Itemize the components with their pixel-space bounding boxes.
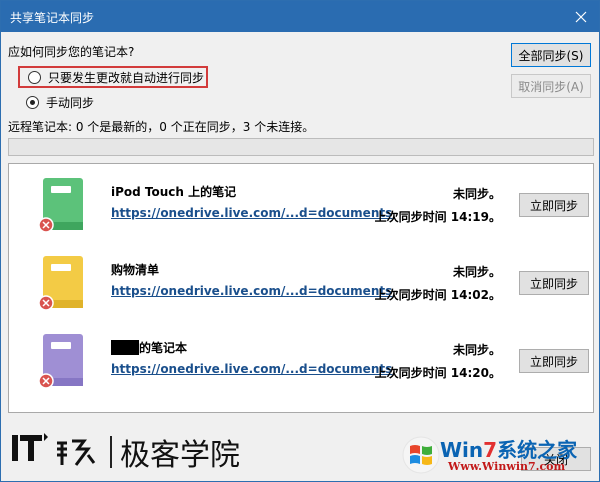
cancel-sync-button[interactable]: 取消同步(A) [511,74,591,98]
it-logo-icon [12,433,48,461]
notebook-list: iPod Touch 上的笔记 https://onedrive.live.co… [8,163,594,413]
notebook-icon [38,334,83,389]
watermark-right: Win7系统之家 Www.Winwin7.com [400,432,596,478]
sync-now-button[interactable]: 立即同步 [519,271,589,295]
sync-dialog: 共享笔记本同步 应如何同步您的笔记本? 只要发生更改就自动进行同步 手动同步 全… [0,0,600,482]
notebook-label [51,342,71,349]
brand-seven: 7 [483,438,498,462]
home-logo-icon [57,439,96,466]
notebook-status: 未同步。 [452,265,501,279]
manual-sync-option[interactable]: 手动同步 [26,94,94,111]
watermark-brand: Win7系统之家 [440,434,577,463]
sync-question: 应如何同步您的笔记本? [8,45,135,59]
notebook-label [51,264,71,271]
watermark-separator [110,436,112,468]
sync-all-button[interactable]: 全部同步(S) [511,43,591,67]
notebook-last-sync: 上次同步时间 14:20。 [374,366,501,380]
sync-summary: 远程笔记本: 0 个是最新的，0 个正在同步，3 个未连接。 [8,120,315,134]
redacted-block [111,340,139,355]
notebook-status: 未同步。 [452,187,501,201]
notebook-name: iPod Touch 上的笔记 [111,185,237,199]
watermark-url: Www.Winwin7.com [448,460,566,473]
watermark-it-logo [10,431,50,473]
notebook-link[interactable]: https://onedrive.live.com/...d=documents [111,284,392,298]
notebook-status: 未同步。 [452,343,501,357]
notebook-row: 的笔记本 https://onedrive.live.com/...d=docu… [9,326,593,404]
title-bar: 共享笔记本同步 [1,1,599,32]
manual-sync-label: 手动同步 [46,96,95,110]
notebook-name: 购物清单 [111,263,160,277]
auto-sync-label: 只要发生更改就自动进行同步 [48,70,205,85]
sync-now-button[interactable]: 立即同步 [519,193,589,217]
notebook-row: 购物清单 https://onedrive.live.com/...d=docu… [9,248,593,326]
notebook-link[interactable]: https://onedrive.live.com/...d=documents [111,362,392,376]
notebook-last-sync: 上次同步时间 14:02。 [374,288,501,302]
notebook-label [51,186,71,193]
manual-sync-radio[interactable] [26,96,39,109]
auto-sync-option[interactable]: 只要发生更改就自动进行同步 [18,66,208,88]
watermark-home-logo [54,435,98,469]
watermark-name: 极客学院 [120,438,240,473]
watermark-left: 极客学院 [10,431,240,473]
brand-suffix: 系统之家 [497,438,578,462]
close-window-icon[interactable] [563,1,599,32]
windows-flag-icon [402,436,440,474]
notebook-link[interactable]: https://onedrive.live.com/...d=documents [111,206,392,220]
notebook-icon [38,178,83,233]
notebook-name: 的笔记本 [111,339,187,356]
brand-win: Win [440,438,484,462]
sync-progress-bar [8,138,594,156]
notebook-name-text: 的笔记本 [139,341,188,355]
auto-sync-radio[interactable] [28,70,41,84]
notebook-last-sync: 上次同步时间 14:19。 [374,210,501,224]
window-title: 共享笔记本同步 [10,11,95,25]
sync-now-button[interactable]: 立即同步 [519,349,589,373]
notebook-icon [38,256,83,311]
notebook-row: iPod Touch 上的笔记 https://onedrive.live.co… [9,170,593,248]
